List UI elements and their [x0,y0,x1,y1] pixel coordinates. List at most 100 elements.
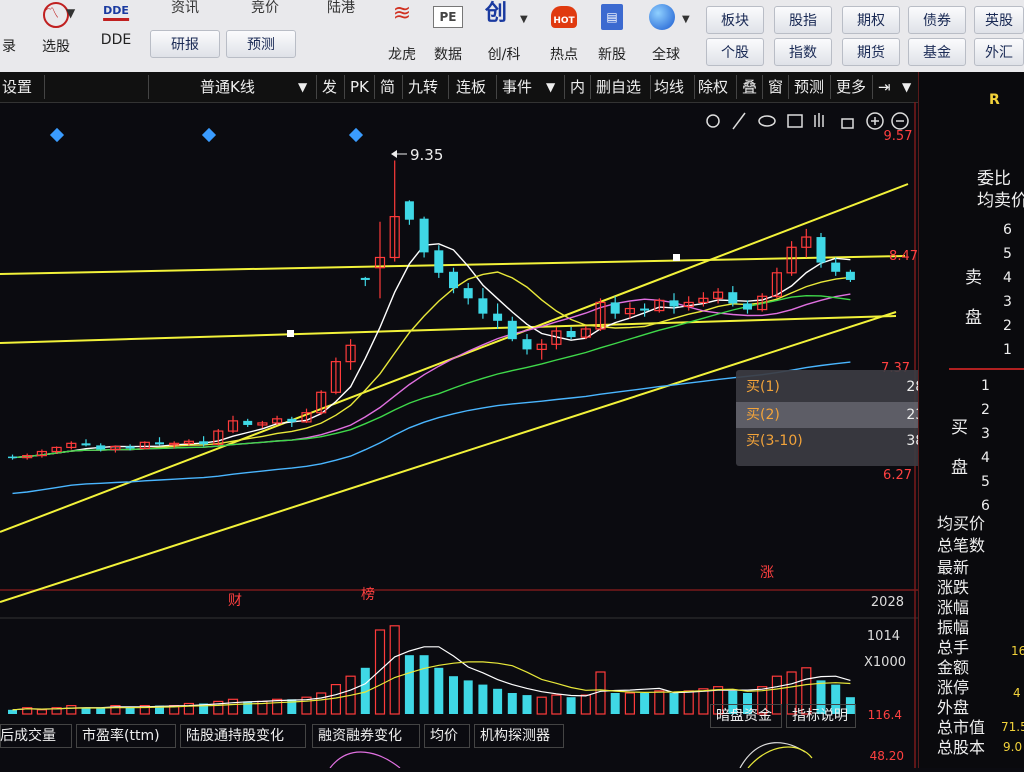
tab-institution-detector[interactable]: 机构探测器 [480,724,550,748]
lock-icon[interactable] [841,118,854,129]
market-yinggu-button[interactable]: 英股 [974,6,1024,34]
market-zhaiquan-button[interactable]: 债券 [908,6,966,34]
candle-body [743,303,752,310]
hot-flame-icon: HOT [551,6,577,28]
volume-bar [36,709,48,715]
market-zhishu-button[interactable]: 指数 [774,38,832,66]
zixun-button[interactable]: 资讯 [150,0,220,22]
shijian-button[interactable]: 事件 [500,76,534,98]
event-marker-zhang[interactable]: 涨 [760,565,774,581]
shanzixuan-button[interactable]: 删自选 [594,76,643,98]
yanbao-button[interactable]: 研报 [150,30,220,58]
chuang-window-button[interactable]: 窗 [766,76,785,98]
toolbox-icon[interactable] [787,114,803,128]
buy-side-label: 买盘 [951,418,968,478]
toolbar-item-xingu[interactable]: ▤ 新股 [590,0,634,66]
field-label: 涨幅 [937,598,970,617]
collapse-arrow-icon[interactable]: ⇥ [876,76,893,98]
ma5-line [12,243,851,459]
toolbar-item-shuju[interactable]: PE 数据 [426,0,470,66]
chart-toolbar: 设置 普通K线 ▼ 发 PK 简 九转 连板 事件 ▼ 内 删自选 均线 除权 … [0,72,918,103]
die-button[interactable]: 叠 [740,76,759,98]
divider [148,75,149,99]
market-gegu-button[interactable]: 个股 [706,38,764,66]
candle-body [566,331,576,338]
volume-bar [434,667,444,714]
level-number: 5 [1003,246,1012,262]
eye-icon[interactable] [758,115,776,127]
candle-body [155,442,164,445]
tab-lugutong[interactable]: 陆股通持股变化 [186,724,284,748]
divider [830,75,831,99]
tab-dark-pool[interactable]: 暗盘资金 [716,704,772,728]
kline-type-select[interactable]: 普通K线 [198,76,257,98]
hand-icon[interactable] [814,113,824,127]
market-waihui-button[interactable]: 外汇 [974,38,1024,66]
dragon-tiger-icon: ≋ [392,1,412,26]
gengduo-button[interactable]: 更多 [834,76,868,98]
volume-bar [493,688,503,714]
toolbar-item-dde[interactable]: DDE DDE [90,0,142,62]
dde-badge: DDE [103,4,129,17]
macd-tick-label: 116.4 [868,708,902,722]
pen-icon[interactable] [732,112,746,130]
volume-bars[interactable] [8,625,855,715]
diamond-marker[interactable] [49,127,65,143]
tab-pe-ttm[interactable]: 市盈率(ttm) [82,724,160,748]
toolbar-item-longhu[interactable]: ≋ 龙虎 [380,0,424,66]
volume-bar [536,696,547,715]
toolbar-item-redian[interactable]: HOT 热点 [542,0,586,66]
dropdown-chevron-icon[interactable]: ▼ [66,6,75,20]
toolbar-item-lu[interactable]: 录 [0,0,18,62]
candle-body [507,320,517,340]
tab-avg-price[interactable]: 均价 [430,724,458,748]
chevron-down-icon[interactable]: ▼ [544,76,557,98]
toolbar-item-chuangke[interactable]: 创 创/科 [476,0,532,66]
event-marker-bang[interactable]: 榜 [361,586,375,603]
jingjia-button[interactable]: 竞价 [230,0,300,22]
tab-margin[interactable]: 融资融券变化 [318,724,402,748]
hot-badge: HOT [553,16,575,26]
yuce-chart-button[interactable]: 预测 [792,76,826,98]
tab-indicator-help[interactable]: 指标说明 [792,704,848,728]
jian-button[interactable]: 简 [378,76,397,98]
chevron-down-icon[interactable]: ▼ [900,76,913,98]
fa-button[interactable]: 发 [320,76,339,98]
volume-tick-label: 2028 [871,595,904,610]
market-qihuo-button[interactable]: 期货 [842,38,900,66]
candlesticks[interactable] [8,160,855,460]
volume-bar [404,655,414,714]
settings-button[interactable]: 设置 [0,76,34,98]
level-number: 2 [981,402,990,418]
toolbar-item-quanqiu[interactable]: 全球 [640,0,692,66]
yuce-button[interactable]: 预测 [226,30,296,58]
jiuzhuan-button[interactable]: 九转 [406,76,440,98]
lianban-button[interactable]: 连板 [454,76,488,98]
diamond-marker[interactable] [348,127,364,143]
chuquan-button[interactable]: 除权 [696,76,730,98]
market-qiquan-button[interactable]: 期权 [842,6,900,34]
chevron-down-icon[interactable]: ▼ [296,76,309,98]
sell-side-label: 卖盘 [965,268,982,328]
market-bankuai-button[interactable]: 板块 [706,6,764,34]
tab-volume[interactable]: 后成交量 [0,724,56,748]
market-jijin-button[interactable]: 基金 [908,38,966,66]
nei-button[interactable]: 内 [568,76,587,98]
chart-tool-icons [706,112,909,130]
market-guzhi-button[interactable]: 股指 [774,6,832,34]
level-number: 2 [1003,318,1012,334]
volume-bar [449,676,458,714]
field-label: 振幅 [937,618,970,637]
junxian-button[interactable]: 均线 [652,76,686,98]
dropdown-chevron-icon[interactable]: ▼ [520,14,528,25]
dropdown-chevron-icon[interactable]: ▼ [682,14,690,25]
candle-body [640,308,650,311]
volume-bar [272,698,283,715]
candle-body [669,300,679,307]
level-number: 6 [1003,222,1012,238]
lugang-button[interactable]: 陆港 [306,0,376,22]
diamond-marker[interactable] [201,127,217,143]
gear-icon[interactable] [706,114,720,128]
pk-button[interactable]: PK [348,76,371,98]
event-marker-cai[interactable]: 财 [228,593,242,609]
